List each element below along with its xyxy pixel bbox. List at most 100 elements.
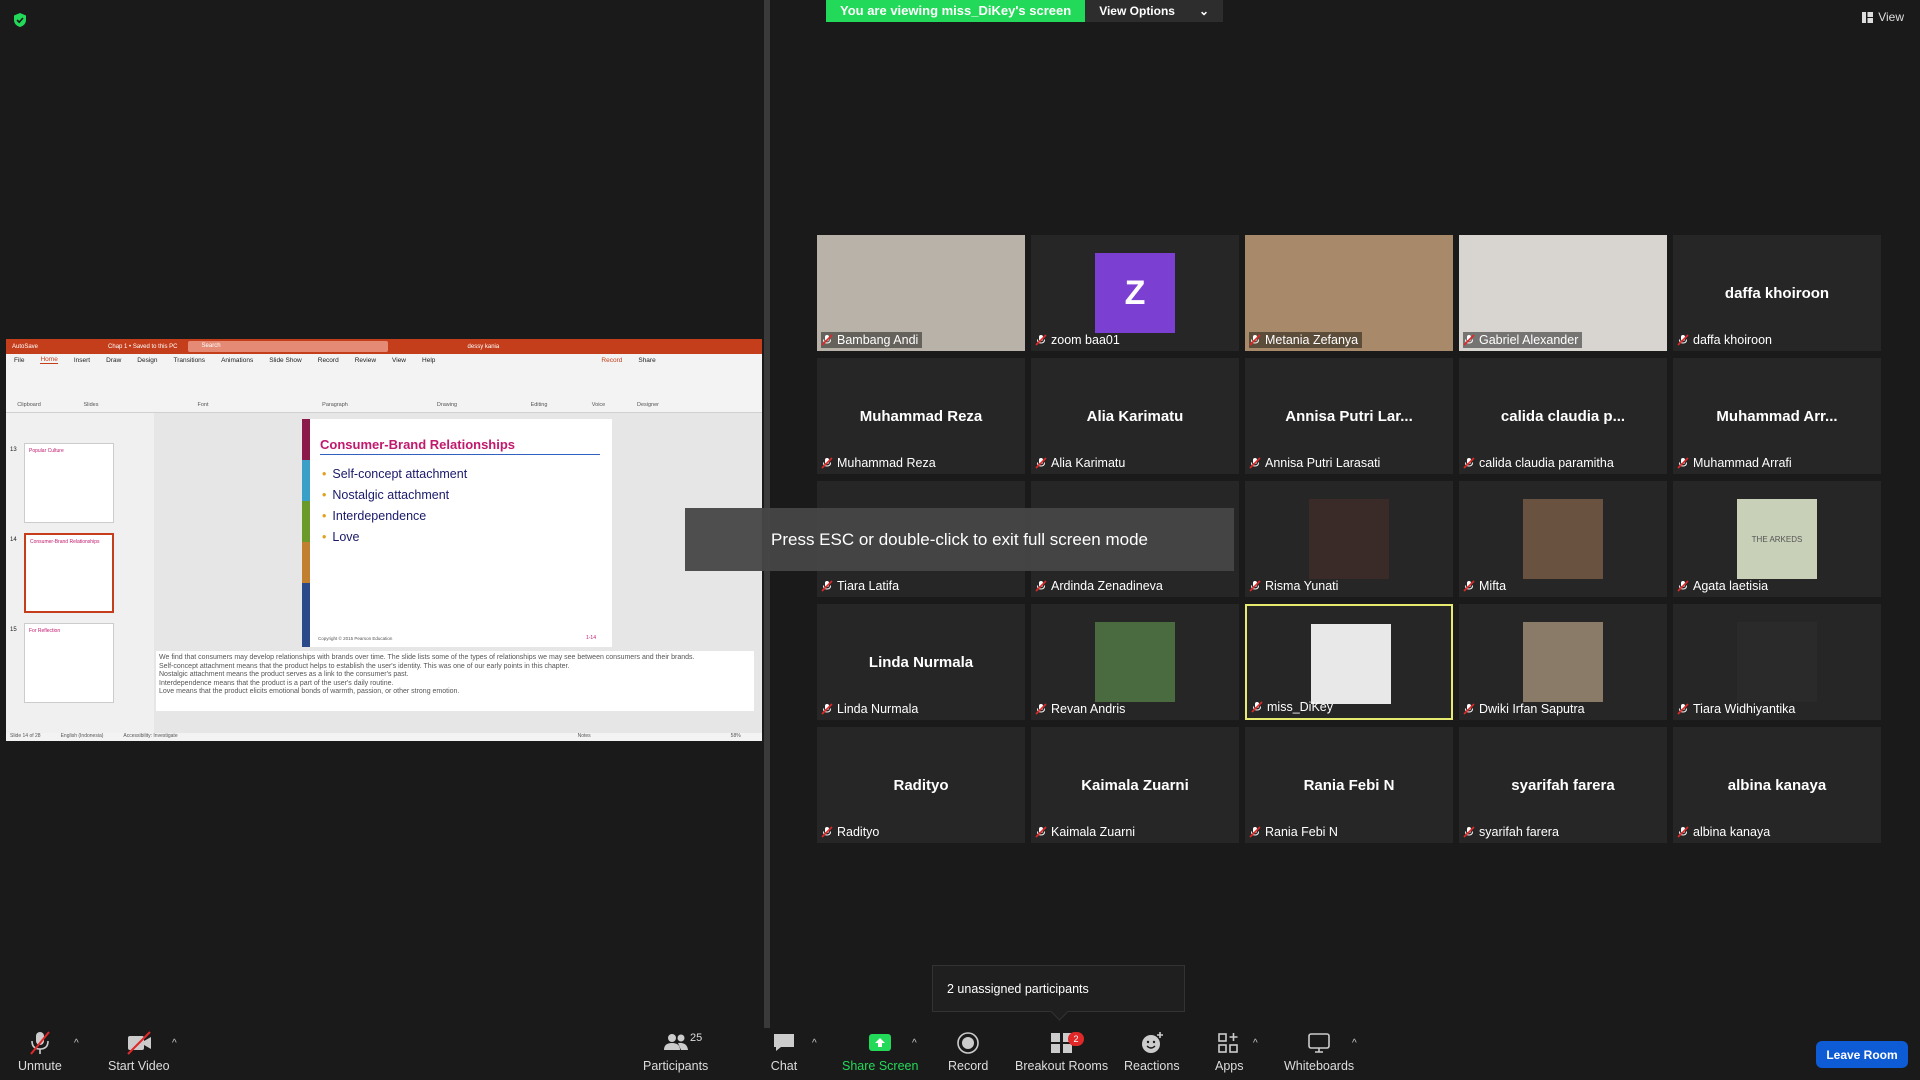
video-options-caret[interactable]: ^ — [172, 1038, 177, 1049]
participant-label: Bambang Andi — [821, 332, 923, 348]
participant-tile[interactable]: Alia Karimatu Alia Karimatu — [1031, 358, 1239, 474]
pp-record-button: Record — [601, 356, 623, 364]
status-slide: Slide 14 of 28 — [10, 733, 41, 739]
participant-tile[interactable]: daffa khoiroon daffa khoiroon — [1673, 235, 1881, 351]
reactions-label: Reactions — [1124, 1059, 1180, 1073]
record-button[interactable]: Record — [948, 1030, 988, 1073]
participant-label: Tiara Latifa — [821, 578, 899, 594]
participant-tile[interactable]: Gabriel Alexander — [1459, 235, 1667, 351]
apps-label: Apps — [1215, 1059, 1244, 1073]
participant-name: Mifta — [1479, 579, 1507, 593]
speaker-notes: We find that consumers may develop relat… — [156, 651, 754, 711]
participant-tile[interactable]: Muhammad Arr... Muhammad Arrafi — [1673, 358, 1881, 474]
participant-label: albina kanaya — [1677, 824, 1770, 840]
avatar — [1311, 624, 1391, 704]
participant-label: Revan Andris — [1035, 701, 1125, 717]
participant-tile[interactable]: Mifta — [1459, 481, 1667, 597]
slide-bullets: Self-concept attachment Nostalgic attach… — [322, 467, 467, 551]
participant-tile[interactable]: Zzoom baa01 — [1031, 235, 1239, 351]
participant-name: Annisa Putri Larasati — [1265, 456, 1381, 470]
start-video-button[interactable]: Start Video — [108, 1030, 170, 1073]
microphone-muted-icon — [1035, 580, 1047, 592]
breakout-rooms-label: Breakout Rooms — [1015, 1059, 1109, 1073]
participant-tile[interactable]: Risma Yunati — [1245, 481, 1453, 597]
slide-thumbnails: 13 Popular Culture 14 Consumer-Brand Rel… — [6, 413, 154, 733]
record-label: Record — [948, 1059, 989, 1073]
avatar: THE ARKEDS — [1737, 499, 1817, 579]
participant-tile[interactable]: Muhammad Reza Muhammad Reza — [817, 358, 1025, 474]
share-screen-button[interactable]: Share Screen — [842, 1030, 918, 1073]
chat-options-caret[interactable]: ^ — [812, 1038, 817, 1049]
status-accessibility: Accessibility: Investigate — [123, 733, 178, 739]
breakout-badge: 2 — [1068, 1032, 1084, 1046]
microphone-muted-icon — [1035, 826, 1047, 838]
security-shield-icon[interactable] — [12, 12, 28, 28]
pp-titlebar: AutoSave Chap 1 • Saved to this PC Searc… — [6, 339, 762, 354]
whiteboards-options-caret[interactable]: ^ — [1352, 1038, 1357, 1049]
microphone-muted-icon — [1249, 826, 1261, 838]
view-options-button[interactable]: View Options ⌄ — [1085, 0, 1224, 22]
apps-icon — [1218, 1033, 1239, 1053]
apps-options-caret[interactable]: ^ — [1253, 1038, 1258, 1049]
unmute-label: Unmute — [18, 1059, 62, 1073]
microphone-muted-icon — [821, 334, 833, 346]
microphone-muted-icon — [1677, 334, 1689, 346]
whiteboards-button[interactable]: Whiteboards — [1284, 1030, 1354, 1073]
participant-name: Gabriel Alexander — [1479, 333, 1579, 347]
chat-button[interactable]: Chat — [770, 1030, 798, 1073]
share-screen-icon — [869, 1034, 892, 1051]
pp-ribbon-group: Voice — [591, 402, 606, 408]
participant-label: Dwiki Irfan Saputra — [1463, 701, 1585, 717]
breakout-rooms-button[interactable]: Breakout Rooms — [1015, 1030, 1108, 1073]
microphone-muted-icon — [1463, 826, 1475, 838]
avatar — [1523, 499, 1603, 579]
viewing-label: You are viewing miss_DiKey's screen — [826, 0, 1086, 22]
microphone-muted-icon — [1249, 334, 1261, 346]
participant-tile[interactable]: miss_DiKey — [1245, 604, 1453, 720]
slide-bullet: Nostalgic attachment — [322, 488, 467, 502]
participant-tile[interactable]: Metania Zefanya — [1245, 235, 1453, 351]
participant-tile[interactable]: Bambang Andi — [817, 235, 1025, 351]
slide-canvas: Consumer-Brand Relationships Self-concep… — [302, 419, 612, 647]
leave-room-button[interactable]: Leave Room — [1816, 1041, 1908, 1068]
participant-tile[interactable]: Rania Febi N Rania Febi N — [1245, 727, 1453, 843]
meeting-toolbar: Unmute ^ Start Video ^ Participants 25 C… — [0, 1028, 1920, 1080]
participant-tile[interactable]: Radityo Radityo — [817, 727, 1025, 843]
status-notes: Notes — [577, 733, 591, 739]
view-button[interactable]: View — [1862, 10, 1904, 24]
participant-label: Ardinda Zenadineva — [1035, 578, 1163, 594]
thumb-number: 15 — [10, 627, 17, 633]
participant-tile[interactable]: Tiara Widhiyantika — [1673, 604, 1881, 720]
pp-ribbon-tabs: File Home Insert Draw Design Transitions Anima… — [6, 354, 762, 366]
unassigned-participants-popover[interactable]: 2 unassigned participants — [932, 965, 1185, 1012]
record-icon — [957, 1032, 979, 1054]
viewing-banner: You are viewing miss_DiKey's screen View… — [826, 0, 1224, 22]
share-options-caret[interactable]: ^ — [912, 1038, 917, 1049]
slide-bullet: Interdependence — [322, 509, 467, 523]
unmute-button[interactable]: Unmute — [18, 1030, 62, 1073]
participant-tile[interactable]: THE ARKEDS Agata laetisia — [1673, 481, 1881, 597]
autosave-label: AutoSave — [12, 343, 39, 350]
video-off-icon — [127, 1031, 151, 1055]
participant-tile[interactable]: Kaimala Zuarni Kaimala Zuarni — [1031, 727, 1239, 843]
participant-tile[interactable]: albina kanaya albina kanaya — [1673, 727, 1881, 843]
participant-name: Muhammad Arrafi — [1693, 456, 1792, 470]
participant-label: Gabriel Alexander — [1463, 332, 1583, 348]
participant-name: Tiara Widhiyantika — [1693, 702, 1796, 716]
pp-tab: Review — [354, 356, 377, 364]
participant-tile[interactable]: Revan Andris — [1031, 604, 1239, 720]
reactions-button[interactable]: Reactions — [1124, 1030, 1180, 1073]
participant-name: Muhammad Reza — [837, 456, 936, 470]
participant-tile[interactable]: Annisa Putri Lar... Annisa Putri Larasati — [1245, 358, 1453, 474]
participant-tile[interactable]: syarifah farera syarifah farera — [1459, 727, 1667, 843]
audio-options-caret[interactable]: ^ — [74, 1038, 79, 1049]
participants-icon — [663, 1034, 688, 1050]
participant-tile[interactable]: Linda Nurmala Linda Nurmala — [817, 604, 1025, 720]
participant-tile[interactable]: calida claudia p... calida claudia parami… — [1459, 358, 1667, 474]
pp-tab: View — [392, 356, 407, 364]
view-label: View — [1878, 10, 1904, 24]
participant-tile[interactable]: Dwiki Irfan Saputra — [1459, 604, 1667, 720]
chevron-down-icon: ⌄ — [1198, 4, 1210, 18]
pp-search-box: Search — [187, 341, 388, 352]
apps-button[interactable]: Apps — [1215, 1030, 1244, 1073]
